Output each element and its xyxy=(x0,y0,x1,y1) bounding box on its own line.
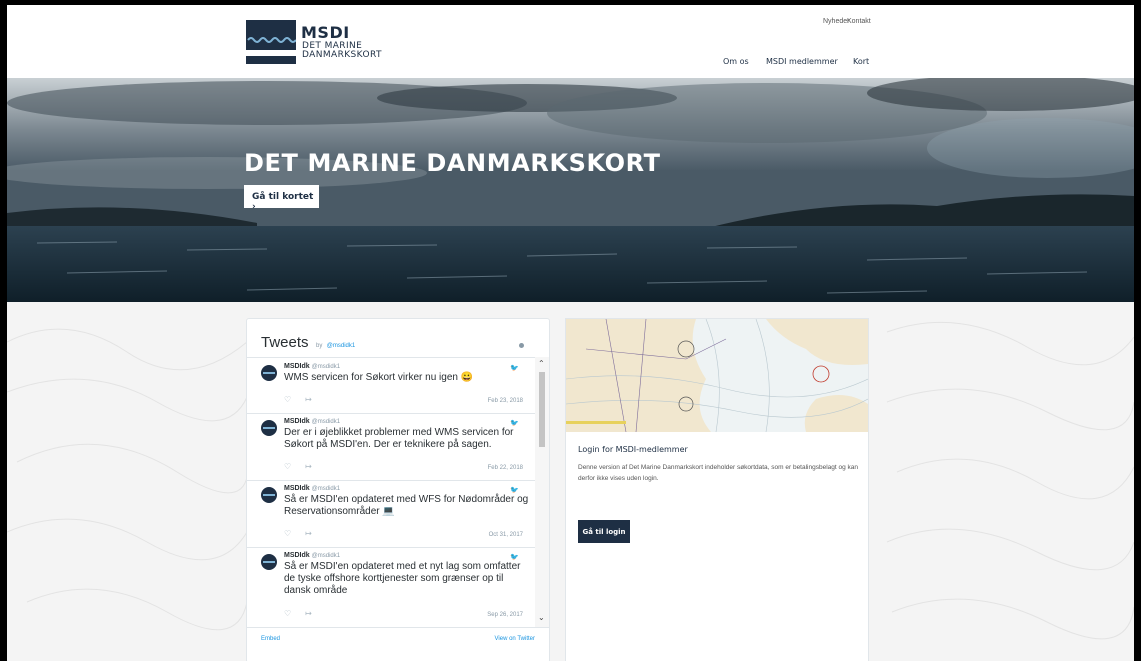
logo-title: MSDI xyxy=(301,23,350,42)
twitter-bird-icon: 🐦 xyxy=(510,553,519,561)
logo-wave-icon xyxy=(246,20,296,64)
share-icon[interactable]: ↦ xyxy=(305,609,312,618)
like-heart-icon[interactable]: ♡ xyxy=(284,395,291,404)
tweet-author-name[interactable]: MSDIdk xyxy=(284,418,310,425)
hero-banner: DET MARINE DANMARKSKORT Gå til kortet › xyxy=(7,78,1134,302)
twitter-widget-header: Tweets by @msdidk1 xyxy=(261,334,355,352)
site-header: MSDI DET MARINE DANMARKSKORT Nyheder Kon… xyxy=(7,5,1134,78)
twitter-bird-icon: 🐦 xyxy=(510,486,519,494)
logo-subtitle-line2: DANMARKSKORT xyxy=(302,50,382,60)
like-heart-icon[interactable]: ♡ xyxy=(284,529,291,538)
scrollbar-thumb[interactable] xyxy=(539,372,545,447)
tweet-date[interactable]: Feb 23, 2018 xyxy=(488,398,523,404)
login-card-description: Denne version af Det Marine Danmarkskort… xyxy=(578,464,859,482)
tweet-author-handle[interactable]: @msdidk1 xyxy=(312,486,340,492)
twitter-widget-footer: Embed View on Twitter xyxy=(247,627,549,661)
hero-title: DET MARINE DANMARKSKORT xyxy=(244,149,661,177)
tweets-by-label: by xyxy=(315,343,323,349)
twitter-bird-icon: 🐦 xyxy=(510,364,519,372)
tweet-author-handle[interactable]: @msdidk1 xyxy=(312,419,340,425)
tweet-item[interactable]: MSDIdk @msdidk1 🐦 Så er MSDI'en opdateret… xyxy=(247,480,535,548)
tweets-title: Tweets xyxy=(261,334,309,351)
avatar[interactable] xyxy=(261,365,277,381)
goto-map-button-label: Gå til kortet › xyxy=(252,192,314,212)
nav-om-os[interactable]: Om os xyxy=(723,57,749,66)
tweet-date[interactable]: Sep 26, 2017 xyxy=(487,612,523,618)
tweet-date[interactable]: Oct 31, 2017 xyxy=(489,532,523,538)
tweet-author-name[interactable]: MSDIdk xyxy=(284,363,310,370)
tweet-list: MSDIdk @msdidk1 🐦 WMS servicen for Søkort… xyxy=(247,357,549,628)
info-icon[interactable] xyxy=(519,343,524,348)
tweet-author-handle[interactable]: @msdidk1 xyxy=(312,553,340,559)
avatar[interactable] xyxy=(261,420,277,436)
like-heart-icon[interactable]: ♡ xyxy=(284,609,291,618)
avatar[interactable] xyxy=(261,487,277,503)
tweet-date[interactable]: Feb 22, 2018 xyxy=(488,465,523,471)
tweet-text: Så er MSDI'en opdateret med et nyt lag s… xyxy=(284,561,521,596)
nav-msdi-medlemmer[interactable]: MSDI medlemmer xyxy=(766,57,838,66)
tweet-text: Der er i øjeblikket problemer med WMS se… xyxy=(284,427,514,450)
share-icon[interactable]: ↦ xyxy=(305,395,312,404)
tweet-text: WMS servicen for Søkort virker nu igen 😀 xyxy=(284,372,474,383)
tweet-list-scrollbar[interactable]: ⌃ ⌄ xyxy=(535,357,549,627)
goto-map-button[interactable]: Gå til kortet › xyxy=(244,185,319,212)
browser-viewport: MSDI DET MARINE DANMARKSKORT Nyheder Kon… xyxy=(7,5,1134,661)
view-on-twitter-link[interactable]: View on Twitter xyxy=(495,636,535,642)
tweet-item[interactable]: MSDIdk @msdidk1 🐦 Der er i øjeblikket pro… xyxy=(247,413,535,481)
tweet-text: Så er MSDI'en opdateret med WFS for Nødo… xyxy=(284,494,529,517)
share-icon[interactable]: ↦ xyxy=(305,529,312,538)
share-icon[interactable]: ↦ xyxy=(305,462,312,471)
goto-login-button[interactable]: Gå til login xyxy=(578,520,630,543)
scroll-up-icon[interactable]: ⌃ xyxy=(538,359,545,368)
like-heart-icon[interactable]: ♡ xyxy=(284,462,291,471)
nav-kort[interactable]: Kort xyxy=(853,57,869,66)
hero-sea-image xyxy=(7,78,1134,302)
content-section: Tweets by @msdidk1 MSDIdk @msdidk1 🐦 WMS … xyxy=(7,302,1134,661)
top-link-kontakt[interactable]: Kontakt xyxy=(847,18,871,25)
member-login-card: Login for MSDI-medlemmer Denne version a… xyxy=(565,318,869,661)
embed-link[interactable]: Embed xyxy=(261,636,280,642)
login-card-title: Login for MSDI-medlemmer xyxy=(578,445,688,454)
tweet-item[interactable]: MSDIdk @msdidk1 🐦 Så er MSDI'en opdateret… xyxy=(247,547,535,627)
nautical-chart-image xyxy=(566,319,868,432)
tweet-author-name[interactable]: MSDIdk xyxy=(284,485,310,492)
tweet-author-handle[interactable]: @msdidk1 xyxy=(312,364,340,370)
avatar[interactable] xyxy=(261,554,277,570)
site-logo[interactable]: MSDI DET MARINE DANMARKSKORT xyxy=(246,20,396,64)
top-link-nyheder[interactable]: Nyheder xyxy=(823,18,849,25)
scroll-down-icon[interactable]: ⌄ xyxy=(538,613,545,622)
tweet-author-name[interactable]: MSDIdk xyxy=(284,552,310,559)
twitter-timeline-widget: Tweets by @msdidk1 MSDIdk @msdidk1 🐦 WMS … xyxy=(246,318,550,661)
twitter-bird-icon: 🐦 xyxy=(510,419,519,427)
tweets-handle-link[interactable]: @msdidk1 xyxy=(327,343,355,349)
tweet-item[interactable]: MSDIdk @msdidk1 🐦 WMS servicen for Søkort… xyxy=(247,358,535,414)
